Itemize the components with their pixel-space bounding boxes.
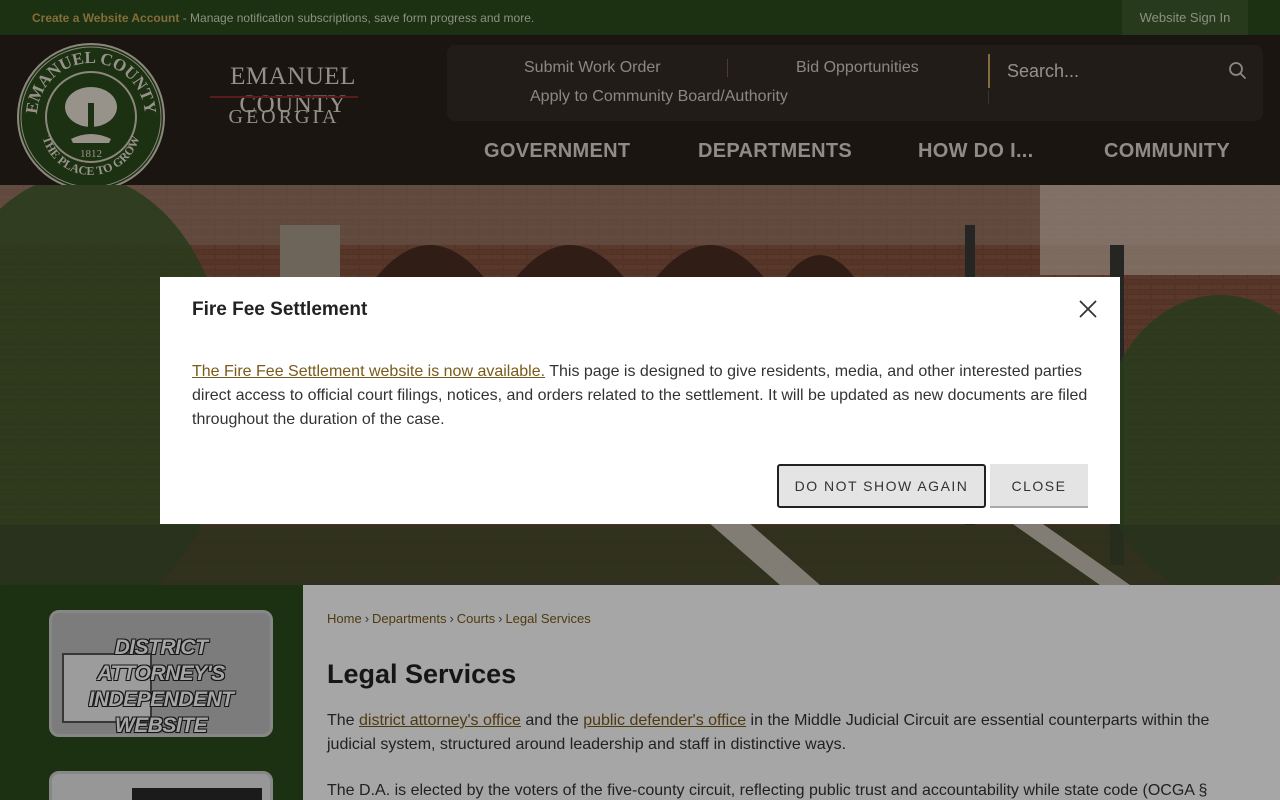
fire-fee-settlement-link[interactable]: The Fire Fee Settlement website is now a…: [192, 363, 545, 380]
close-button[interactable]: CLOSE: [990, 464, 1088, 508]
close-icon[interactable]: [1077, 298, 1099, 320]
fire-fee-settlement-modal: Fire Fee Settlement The Fire Fee Settlem…: [160, 277, 1120, 524]
modal-title: Fire Fee Settlement: [192, 299, 368, 320]
modal-body: The Fire Fee Settlement website is now a…: [192, 360, 1092, 432]
do-not-show-again-button[interactable]: DO NOT SHOW AGAIN: [777, 464, 986, 508]
